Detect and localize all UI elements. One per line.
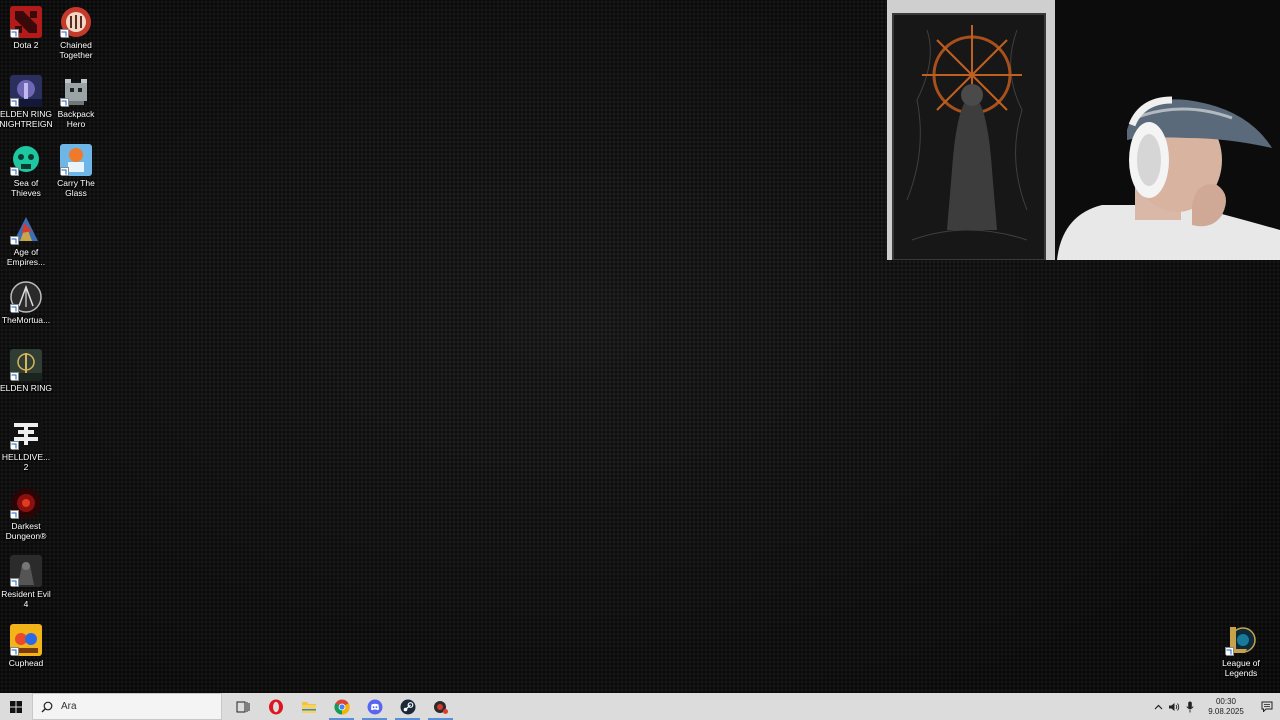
desktop-icon-label: Dota 2: [13, 40, 39, 50]
microphone-button[interactable]: [1182, 693, 1198, 720]
carry-the-glass-icon: [60, 144, 92, 176]
desktop-icon-label: Chained Together: [59, 40, 93, 60]
league-of-legends-icon: [1225, 624, 1257, 656]
shortcut-arrow-icon: [60, 98, 69, 107]
age-of-empires-icon: [10, 213, 42, 245]
show-hidden-icons-button[interactable]: [1150, 693, 1166, 720]
speaker-icon: [1169, 702, 1180, 711]
steam-icon: [400, 699, 415, 714]
elden-ring-icon: [10, 349, 42, 381]
desktop-icon-label: TheMortua...: [1, 315, 51, 325]
shortcut-arrow-icon: [10, 236, 19, 245]
taskbar-opera[interactable]: [259, 693, 292, 720]
elden-ring-nightreign-icon: [10, 75, 42, 107]
task-view-icon: [236, 701, 249, 712]
desktop-icon-label: Backpack Hero: [57, 109, 95, 129]
the-mortuary-icon: [10, 281, 42, 313]
resident-evil-4-icon: [10, 555, 42, 587]
search-box[interactable]: Ara: [32, 693, 222, 720]
clock-date: 9.08.2025: [1208, 706, 1244, 716]
opera-icon: [268, 699, 283, 714]
discord-icon: [367, 699, 382, 714]
microphone-icon: [1186, 701, 1194, 712]
shortcut-arrow-icon: [10, 167, 19, 176]
dota2-icon: [10, 6, 42, 38]
desktop-icon-label: League of Legends: [1222, 658, 1260, 678]
system-tray: 00:30 9.08.2025: [1150, 693, 1280, 720]
desktop-icon-the-mortuary[interactable]: TheMortua...: [0, 281, 52, 325]
task-view-button[interactable]: [226, 693, 259, 720]
volume-button[interactable]: [1166, 693, 1182, 720]
chained-together-icon: [60, 6, 92, 38]
desktop-icon-label: ELDEN RING NIGHTREIGN: [0, 109, 53, 129]
helldivers-2-icon: [10, 418, 42, 450]
taskbar-discord[interactable]: [358, 693, 391, 720]
shortcut-arrow-icon: [10, 510, 19, 519]
shortcut-arrow-icon: [10, 29, 19, 38]
desktop-icon-label: Cuphead: [8, 658, 44, 668]
search-icon: [41, 701, 53, 712]
shortcut-arrow-icon: [10, 647, 19, 656]
folder-icon: [301, 701, 316, 713]
notification-center-button[interactable]: [1254, 693, 1280, 720]
desktop-icon-label: Sea of Thieves: [11, 178, 41, 198]
desktop-icon-league-of-legends[interactable]: League of Legends: [1215, 624, 1267, 678]
shortcut-arrow-icon: [10, 441, 19, 450]
chrome-icon: [333, 699, 350, 714]
taskbar-steam[interactable]: [391, 693, 424, 720]
desktop-icon-label: Age of Empires...: [6, 247, 46, 267]
desktop-icon-backpack-hero[interactable]: Backpack Hero: [50, 75, 102, 129]
clock-time: 00:30: [1215, 696, 1237, 706]
webcam-feed-image: [887, 0, 1280, 260]
taskbar-record-app[interactable]: [424, 693, 457, 720]
desktop-icon-elden-ring-nightreign[interactable]: ELDEN RING NIGHTREIGN: [0, 75, 53, 129]
taskbar: Ara 00:30 9.08.2025: [0, 693, 1280, 720]
desktop-icon-cuphead[interactable]: Cuphead: [0, 624, 52, 668]
desktop-icon-label: HELLDIVE... 2: [1, 452, 51, 472]
backpack-hero-icon: [60, 75, 92, 107]
desktop-icon-resident-evil-4[interactable]: Resident Evil 4: [0, 555, 52, 609]
desktop-icon-darkest-dungeon[interactable]: Darkest Dungeon®: [0, 487, 52, 541]
sea-of-thieves-icon: [10, 144, 42, 176]
clock[interactable]: 00:30 9.08.2025: [1202, 697, 1250, 717]
windows-logo-icon: [10, 700, 22, 713]
shortcut-arrow-icon: [10, 98, 19, 107]
desktop-icon-carry-the-glass[interactable]: Carry The Glass: [50, 144, 102, 198]
desktop-icon-label: Darkest Dungeon®: [5, 521, 47, 541]
desktop-icon-age-of-empires[interactable]: Age of Empires...: [0, 213, 52, 267]
desktop-icon-label: Resident Evil 4: [1, 589, 51, 609]
shortcut-arrow-icon: [60, 167, 69, 176]
shortcut-arrow-icon: [10, 372, 19, 381]
record-app-icon: [433, 700, 448, 714]
taskbar-chrome[interactable]: [325, 693, 358, 720]
webcam-overlay: [887, 0, 1280, 260]
notification-icon: [1261, 701, 1273, 712]
darkest-dungeon-icon: [10, 487, 42, 519]
search-placeholder: Ara: [61, 701, 77, 712]
shortcut-arrow-icon: [60, 29, 69, 38]
cuphead-icon: [10, 624, 42, 656]
desktop-icon-dota2[interactable]: Dota 2: [0, 6, 52, 50]
shortcut-arrow-icon: [10, 304, 19, 313]
chevron-up-icon: [1154, 704, 1162, 709]
desktop-icon-sea-of-thieves[interactable]: Sea of Thieves: [0, 144, 52, 198]
desktop-icon-label: Carry The Glass: [57, 178, 95, 198]
desktop-icon-elden-ring[interactable]: ELDEN RING: [0, 349, 52, 393]
shortcut-arrow-icon: [1225, 647, 1234, 656]
taskbar-file-explorer[interactable]: [292, 693, 325, 720]
desktop-icon-helldivers-2[interactable]: HELLDIVE... 2: [0, 418, 52, 472]
shortcut-arrow-icon: [10, 578, 19, 587]
desktop-icon-label: ELDEN RING: [0, 383, 52, 393]
desktop-icon-chained-together[interactable]: Chained Together: [50, 6, 102, 60]
start-button[interactable]: [0, 693, 32, 720]
